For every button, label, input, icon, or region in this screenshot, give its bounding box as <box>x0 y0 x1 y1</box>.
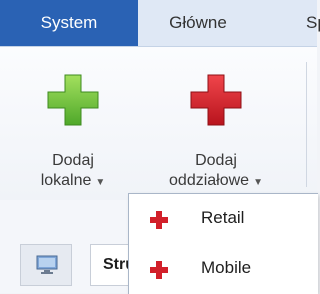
menu-item-label: Retail <box>201 208 245 227</box>
ribbon-tab-strip: System Główne Sp <box>0 0 320 47</box>
tab-desktop[interactable] <box>20 244 72 286</box>
add-branch-label-line2: oddziałowe ▼ <box>169 172 263 189</box>
menu-item-retail[interactable]: Retail <box>129 194 318 242</box>
monitor-icon <box>36 255 58 274</box>
dropdown-arrow-icon: ▼ <box>253 177 263 188</box>
add-local-label-line2: lokalne ▼ <box>40 172 106 189</box>
ribbon-panel: Dodaj lokalne ▼ Dodaj oddziałowe ▼ <box>0 47 317 200</box>
tab-glowne[interactable]: Główne <box>138 0 258 46</box>
red-plus-icon <box>150 211 168 229</box>
dropdown-arrow-icon: ▼ <box>95 177 106 188</box>
ribbon-separator <box>306 62 307 187</box>
green-plus-icon <box>47 74 99 126</box>
add-branch-label-line1: Dodaj <box>195 152 237 169</box>
add-local-label-line1: Dodaj <box>52 152 94 169</box>
tab-sp[interactable]: Sp <box>306 0 320 46</box>
tab-system[interactable]: System <box>0 0 138 46</box>
menu-item-label: Mobile <box>201 258 252 277</box>
add-branch-button[interactable]: Dodaj oddziałowe ▼ <box>128 47 304 193</box>
add-local-button[interactable]: Dodaj lokalne ▼ <box>18 47 128 193</box>
menu-item-mobile[interactable]: Mobile <box>129 244 318 292</box>
add-branch-dropdown-menu: Retail Mobile <box>128 193 318 294</box>
red-plus-icon <box>190 74 242 126</box>
red-plus-icon <box>150 261 168 279</box>
